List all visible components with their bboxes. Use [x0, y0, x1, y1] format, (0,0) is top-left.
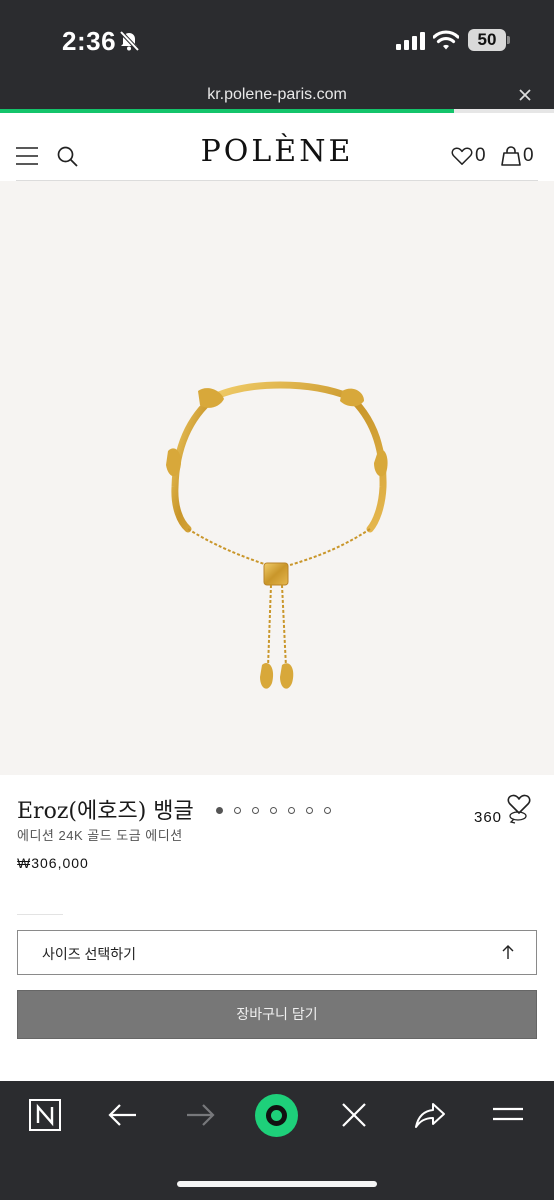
view-360-label: 360: [474, 808, 503, 826]
back-arrow-icon[interactable]: [106, 1098, 140, 1132]
status-time: 2:36: [62, 26, 117, 56]
forward-arrow-icon[interactable]: [183, 1098, 217, 1132]
carousel-dot-3[interactable]: [252, 807, 259, 814]
heart-icon: [451, 147, 473, 165]
close-icon[interactable]: [337, 1098, 371, 1132]
carousel-dot-4[interactable]: [270, 807, 277, 814]
green-circle-button[interactable]: [255, 1094, 298, 1137]
add-to-cart-button[interactable]: 장바구니 담기: [17, 990, 537, 1039]
site-header: POLÈNE 0 0: [0, 113, 554, 183]
add-to-wishlist-heart-icon[interactable]: [507, 793, 531, 815]
product-subtitle: 에디션 24K 골드 도금 에디션: [17, 828, 183, 843]
bag-icon: [501, 146, 521, 166]
green-circle-inner: [266, 1105, 287, 1126]
close-tab-icon[interactable]: [516, 86, 534, 104]
size-select-dropdown[interactable]: 사이즈 선택하기: [17, 930, 537, 975]
url-text[interactable]: kr.polene-paris.com: [0, 86, 554, 104]
share-icon[interactable]: [413, 1098, 447, 1132]
carousel-dot-1[interactable]: [216, 807, 223, 814]
size-select-label: 사이즈 선택하기: [42, 946, 137, 962]
carousel-dot-5[interactable]: [288, 807, 295, 814]
web-page: POLÈNE 0 0 360 Eroz(에호즈) 뱅글 에디션 24K 골드 도…: [0, 113, 554, 1081]
product-title: Eroz(에호즈) 뱅글: [17, 799, 194, 824]
short-divider: [17, 914, 63, 915]
product-price: ₩306,000: [17, 855, 89, 871]
battery-indicator: 50: [468, 29, 510, 51]
wifi-icon: [433, 30, 459, 50]
carousel-dots[interactable]: [216, 807, 331, 814]
menu-icon[interactable]: [491, 1098, 525, 1132]
status-bar: 2:36 50: [0, 0, 554, 78]
arrow-up-icon: [502, 945, 514, 959]
cart-count: 0: [523, 145, 534, 166]
browser-toolbar: [0, 1081, 554, 1200]
bell-off-icon: [119, 30, 140, 52]
battery-tip: [507, 36, 510, 44]
wishlist-button[interactable]: 0: [451, 145, 486, 167]
url-bar[interactable]: kr.polene-paris.com: [0, 78, 554, 112]
home-indicator: [177, 1181, 377, 1187]
n-home-icon[interactable]: [28, 1098, 62, 1132]
carousel-dot-6[interactable]: [306, 807, 313, 814]
battery-level: 50: [468, 29, 506, 51]
wishlist-count: 0: [475, 145, 486, 166]
cellular-signal-icon: [396, 32, 425, 50]
carousel-dot-7[interactable]: [324, 807, 331, 814]
product-image-gallery[interactable]: 360: [0, 181, 554, 826]
cart-button[interactable]: 0: [501, 145, 534, 167]
carousel-dot-2[interactable]: [234, 807, 241, 814]
product-image-bangle[interactable]: [150, 377, 400, 717]
